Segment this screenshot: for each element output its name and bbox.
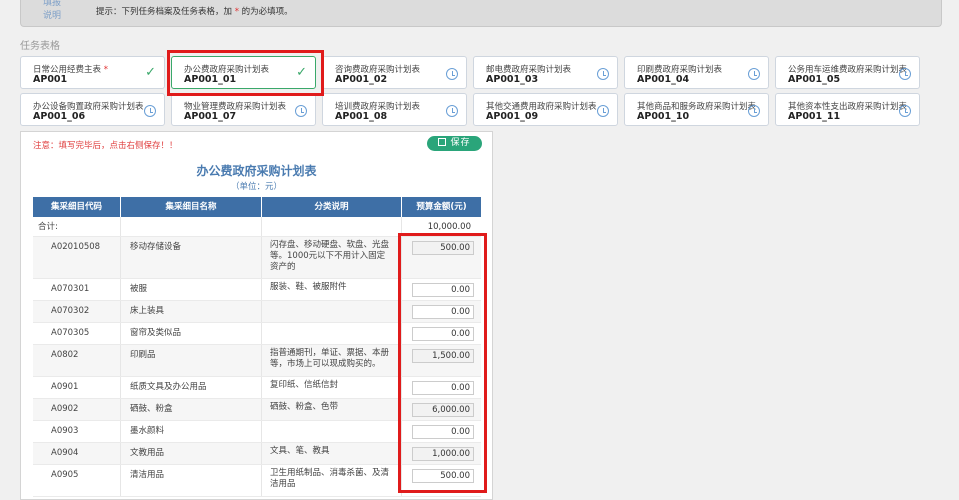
row-code: A02010508 [33,237,121,278]
task-card-code: AP001_07 [184,111,237,122]
task-card[interactable]: 办公设备购置政府采购计划表 AP001_06 [20,93,165,126]
clock-icon [446,105,458,117]
row-desc [262,301,402,322]
task-card[interactable]: 培训费政府采购计划表 AP001_08 [322,93,467,126]
row-name: 床上装具 [121,301,262,322]
task-card-code: AP001 [33,74,68,85]
task-card-code: AP001_10 [637,111,690,122]
task-card-code: AP001_06 [33,111,86,122]
row-code: A0902 [33,399,121,420]
highlight-box-amounts [398,233,487,493]
row-code: A0901 [33,377,121,398]
header-desc: 分类说明 [262,197,402,217]
row-code: A070301 [33,279,121,300]
row-name: 文教用品 [121,443,262,464]
row-name: 纸质文具及办公用品 [121,377,262,398]
highlight-box-active-card [167,50,324,96]
clock-icon [597,105,609,117]
save-button-label: 保存 [450,138,471,148]
row-name: 硒鼓、粉盒 [121,399,262,420]
task-card[interactable]: 公务用车运维费政府采购计划表 AP001_05 [775,56,920,89]
save-warning: 注意：填写完毕后，点击右侧保存！！ [33,141,178,151]
table-header: 集采细目代码 集采细目名称 分类说明 预算金额(元) [33,197,481,217]
row-code: A070302 [33,301,121,322]
save-icon [438,138,447,146]
clock-icon [899,68,911,80]
save-button[interactable]: 保存 [427,136,482,151]
row-code: A0903 [33,421,121,442]
row-name: 印刷品 [121,345,262,376]
header-name: 集采细目名称 [121,197,262,217]
row-desc: 硒鼓、粉盒、色带 [262,399,402,420]
task-card-code: AP001_02 [335,74,388,85]
task-card[interactable]: 邮电费政府采购计划表 AP001_03 [473,56,618,89]
total-empty-name [121,217,262,236]
row-desc: 卫生用纸制品、消毒杀菌、及清洁用品 [262,465,402,496]
row-code: A0904 [33,443,121,464]
notice-text: 提示：下列任务档案及任务表格，加 * 的为必填项。 [96,7,293,17]
check-icon: ✓ [145,65,156,80]
task-card-code: AP001_11 [788,111,841,122]
row-desc: 复印纸、信纸信封 [262,377,402,398]
form-unit: （单位：元） [230,182,282,192]
row-name: 被服 [121,279,262,300]
task-card[interactable]: 其他交通费用政府采购计划表 AP001_09 [473,93,618,126]
row-desc: 指普通期刊，单证、票据、本册等，市场上可以现成购买的。 [262,345,402,376]
clock-icon [144,105,156,117]
row-name: 窗帘及类似品 [121,323,262,344]
header-amount: 预算金额(元) [416,202,467,212]
total-amount: 10,000.00 [427,222,471,232]
row-name: 墨水颜料 [121,421,262,442]
task-card[interactable]: 咨询费政府采购计划表 AP001_02 [322,56,467,89]
clock-icon [748,105,760,117]
clock-icon [899,105,911,117]
form-title: 办公费政府采购计划表 [196,164,317,178]
clock-icon [748,68,760,80]
row-code: A070305 [33,323,121,344]
total-label: 合计: [33,217,121,236]
section-title: 任务表格 [20,41,60,52]
row-name: 清洁用品 [121,465,262,496]
row-code: A0905 [33,465,121,496]
task-card[interactable]: 其他商品和服务政府采购计划表 AP001_10 [624,93,769,126]
row-code: A0802 [33,345,121,376]
notice-label[interactable]: 填报说明 [41,0,63,23]
task-card-code: AP001_09 [486,111,539,122]
task-card[interactable]: 日常公用经费主表 * AP001 ✓ [20,56,165,89]
task-card[interactable]: 印刷费政府采购计划表 AP001_04 [624,56,769,89]
clock-icon [446,68,458,80]
clock-icon [295,105,307,117]
row-desc [262,323,402,344]
header-code: 集采细目代码 [33,197,121,217]
row-desc [262,421,402,442]
task-card-code: AP001_04 [637,74,690,85]
task-card-code: AP001_05 [788,74,841,85]
total-empty-desc [262,217,402,236]
row-desc: 服装、鞋、被服附件 [262,279,402,300]
row-desc: 文具、笔、教具 [262,443,402,464]
row-desc: 闪存盘、移动硬盘、软盘、光盘等。1000元以下不用计入固定资产的 [262,237,402,278]
task-card-code: AP001_08 [335,111,388,122]
task-card[interactable]: 其他资本性支出政府采购计划表 AP001_11 [775,93,920,126]
notice-bar: 填报说明 提示：下列任务档案及任务表格，加 * 的为必填项。 [20,0,942,27]
clock-icon [597,68,609,80]
task-card-code: AP001_03 [486,74,539,85]
row-name: 移动存储设备 [121,237,262,278]
task-card[interactable]: 物业管理费政府采购计划表 AP001_07 [171,93,316,126]
